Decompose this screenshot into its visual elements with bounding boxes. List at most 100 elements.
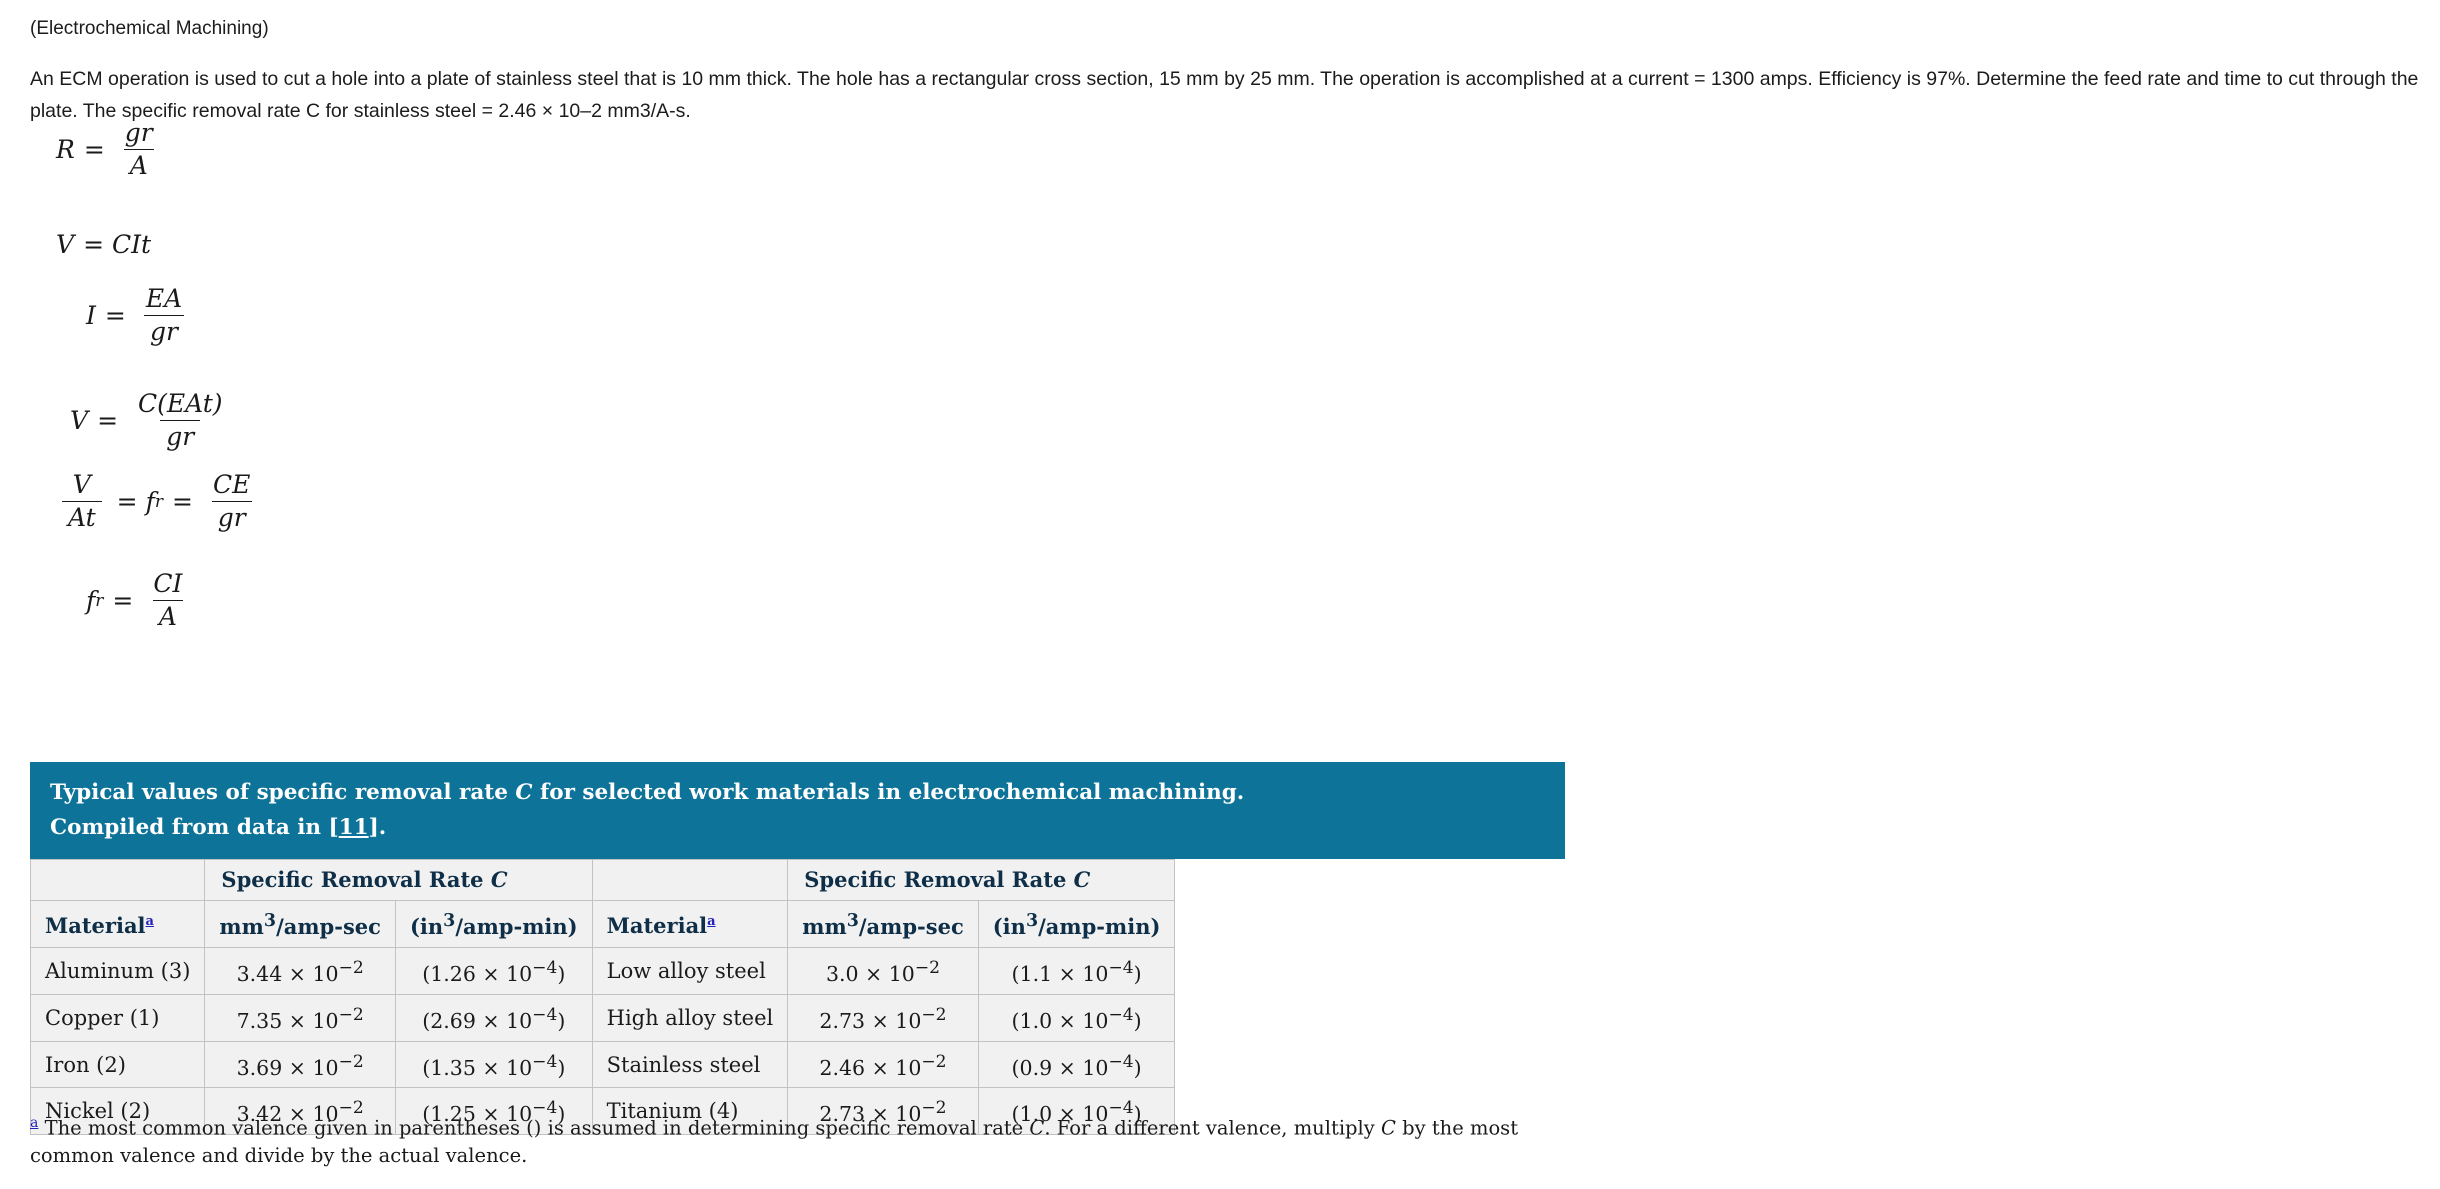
- group-header-right-variable: C: [1073, 867, 1091, 892]
- problem-statement: An ECM operation is used to cut a hole i…: [30, 68, 2419, 122]
- column-header-material-right: Materiala: [591, 900, 789, 948]
- equation-R: R = gr A: [56, 119, 165, 180]
- table-footnote: a The most common valence given in paren…: [30, 1110, 1560, 1169]
- cell-mm-right-mantissa: 3.0 × 10: [825, 961, 915, 986]
- cell-in-right-exponent: −4: [1108, 1004, 1134, 1025]
- group-header-right-text: Specific Removal Rate: [804, 867, 1074, 892]
- column-header-material-left: Materiala: [29, 900, 206, 948]
- cell-mm-right-exponent: −2: [914, 958, 941, 978]
- table-column-header-row: Materiala mm3/amp-sec (in3/amp-min) Mate…: [29, 900, 1176, 948]
- document-page: (Electrochemical Machining) An ECM opera…: [0, 0, 2440, 1189]
- cell-material-left: Iron (2): [29, 1040, 206, 1089]
- cell-in-left: (1.35 × 10−4): [394, 1040, 593, 1089]
- table-caption-line1: Typical values of specific removal rate …: [50, 775, 1545, 810]
- footnote-variable-1: C: [1029, 1116, 1045, 1140]
- unit-in-left-rest: /amp-min): [455, 914, 578, 939]
- group-header-blank-left: [29, 859, 206, 901]
- cell-mm-left: 3.44 × 10−2: [204, 947, 396, 995]
- eq-frCE-left-numerator: V: [72, 470, 91, 499]
- cell-material-right: Low alloy steel: [591, 947, 789, 995]
- cell-in-right-mantissa: (1.1 × 10: [1011, 961, 1109, 986]
- table-row: Aluminum (3) 3.44 × 10−2 (1.26 × 10−4) L…: [29, 947, 1176, 995]
- cell-in-left-exponent: −4: [532, 1004, 558, 1025]
- column-header-in-right: (in3/amp-min): [977, 900, 1176, 948]
- unit-mm-left-rest: /amp-sec: [276, 914, 381, 939]
- cell-in-left: (1.26 × 10−4): [394, 947, 593, 995]
- cell-mm-right-mantissa: 2.46 × 10: [819, 1055, 922, 1080]
- cell-in-right-exponent: −4: [1108, 958, 1134, 978]
- cell-in-right-close: ): [1133, 961, 1142, 986]
- table-row: Iron (2) 3.69 × 10−2 (1.35 × 10−4) Stain…: [29, 1040, 1176, 1089]
- eq-frCE-op1: =: [116, 487, 138, 516]
- footnote-part2: . For a different valence, multiply: [1044, 1116, 1381, 1140]
- group-header-left-variable: C: [490, 867, 508, 892]
- cell-mm-left-exponent: −2: [338, 1004, 364, 1025]
- eq-frCE-left-denominator: At: [62, 501, 102, 532]
- eq-Vfrac-lhs: V: [70, 406, 89, 435]
- cell-in-left-close: ): [557, 961, 566, 986]
- unit-in-right-base: (in: [992, 914, 1026, 939]
- eq-VCIt-rhs: CIt: [112, 230, 152, 259]
- eq-VCIt-lhs: V: [56, 230, 75, 259]
- cell-in-right-exponent: −4: [1108, 1051, 1134, 1072]
- cell-in-left-close: ): [557, 1008, 566, 1033]
- cell-mm-left: 3.69 × 10−2: [204, 1040, 396, 1089]
- cell-material-right: High alloy steel: [591, 993, 789, 1042]
- column-header-material-right-text: Material: [606, 913, 708, 938]
- eq-frCI-fraction: CI A: [147, 570, 188, 631]
- caption-line2-pre: Compiled from data in [: [50, 815, 339, 840]
- cell-in-right-close: ): [1133, 1008, 1142, 1033]
- unit-mm-right-base: mm: [802, 914, 847, 939]
- reference-link-11[interactable]: 11: [339, 815, 369, 840]
- unit-mm-left-exp: 3: [263, 911, 277, 931]
- footnote-link-a-1[interactable]: a: [146, 914, 154, 929]
- eq-R-numerator: gr: [124, 118, 153, 147]
- cell-mm-right-exponent: −2: [921, 1004, 947, 1025]
- eq-I-numerator: EA: [145, 284, 183, 313]
- eq-I-fraction: EA gr: [140, 285, 188, 346]
- unit-in-left-exp: 3: [443, 911, 456, 931]
- eq-frCE-right-fraction: CE gr: [207, 471, 256, 532]
- eq-frCI-denominator: A: [152, 600, 183, 631]
- topic-label: (Electrochemical Machining): [30, 18, 269, 39]
- eq-I-lhs: I: [86, 301, 96, 330]
- cell-in-right: (1.1 × 10−4): [977, 947, 1176, 995]
- eq-frCE-right-denominator: gr: [211, 501, 252, 532]
- unit-mm-right-rest: /amp-sec: [858, 914, 964, 939]
- cell-mm-left-mantissa: 3.69 × 10: [236, 1055, 339, 1080]
- eq-frCE-right-numerator: CE: [212, 470, 251, 499]
- column-header-material-left-text: Material: [45, 913, 146, 938]
- column-header-mm-right: mm3/amp-sec: [787, 900, 979, 948]
- cell-material-left: Aluminum (3): [29, 947, 206, 995]
- unit-mm-left-base: mm: [219, 914, 264, 939]
- cell-mm-left-mantissa: 7.35 × 10: [236, 1008, 339, 1033]
- eq-Vfrac-fraction: C(EAt) gr: [132, 390, 229, 451]
- eq-Vfrac-denominator: gr: [160, 420, 201, 451]
- cell-material-right: Stainless steel: [591, 1040, 789, 1089]
- footnote-variable-2: C: [1381, 1116, 1396, 1140]
- eq-frCI-op: =: [112, 586, 133, 615]
- eq-R-lhs: R: [56, 135, 75, 164]
- cell-mm-left-mantissa: 3.44 × 10: [236, 961, 339, 986]
- cell-in-left-close: ): [557, 1055, 566, 1080]
- eq-VCIt-op: =: [83, 230, 104, 259]
- footnote-link-a-2[interactable]: a: [707, 914, 715, 929]
- eq-frCE-symbol: f: [145, 487, 155, 516]
- cell-in-right-mantissa: (1.0 × 10: [1011, 1008, 1109, 1033]
- cell-in-right: (0.9 × 10−4): [977, 1040, 1176, 1089]
- eq-R-fraction: gr A: [119, 119, 159, 180]
- cell-in-left: (2.69 × 10−4): [394, 993, 593, 1042]
- eq-Vfrac-numerator: C(EAt): [138, 389, 223, 418]
- group-header-left-text: Specific Removal Rate: [221, 867, 491, 892]
- eq-frCI-numerator: CI: [153, 569, 183, 598]
- cell-material-left: Copper (1): [29, 993, 206, 1042]
- column-header-mm-left: mm3/amp-sec: [204, 900, 396, 948]
- cell-in-left-mantissa: (2.69 × 10: [422, 1008, 533, 1033]
- unit-in-right-rest: /amp-min): [1038, 914, 1161, 939]
- footnote-part1: The most common valence given in parenth…: [38, 1116, 1030, 1140]
- specific-removal-rate-table: Specific Removal Rate C Specific Removal…: [29, 859, 1176, 1136]
- caption-line1-variable: C: [515, 780, 533, 805]
- cell-in-left-exponent: −4: [532, 958, 558, 978]
- cell-mm-left-exponent: −2: [338, 958, 364, 978]
- eq-I-op: =: [104, 301, 126, 330]
